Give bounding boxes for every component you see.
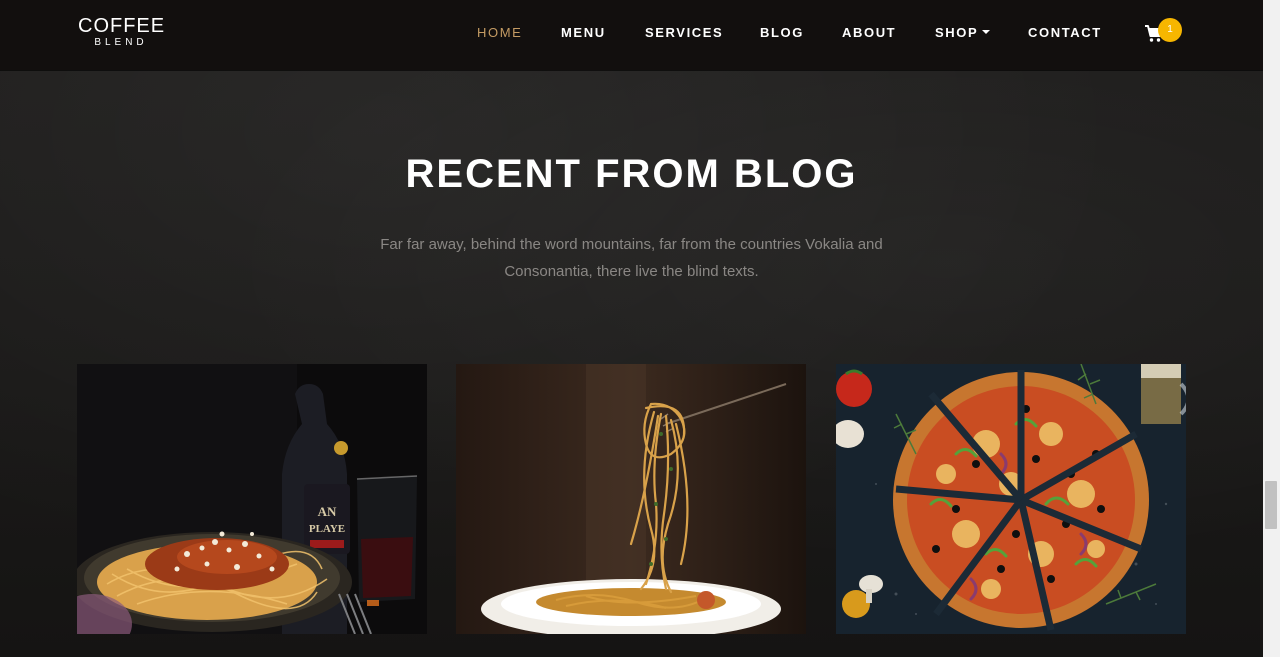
nav-item-services[interactable]: SERVICES [645, 25, 723, 40]
sliced-pizza-photo [836, 364, 1186, 634]
spaghetti-bolognese-photo: AN PLAYE [77, 364, 427, 634]
nav-item-menu[interactable]: MENU [561, 25, 606, 40]
section-title: RECENT FROM BLOG [405, 152, 858, 196]
brand-line1: COFFEE [78, 15, 166, 37]
nav-item-shop-label: SHOP [935, 25, 979, 40]
section-intro-line2: Consonantia, there live the blind texts. [504, 263, 759, 280]
section-intro-line1: Far far away, behind the word mountains,… [380, 236, 883, 253]
pasta-on-fork-photo [456, 364, 806, 634]
svg-text:AN: AN [318, 504, 337, 519]
cart-count-badge[interactable]: 1 [1158, 18, 1182, 42]
nav-item-blog[interactable]: BLOG [760, 25, 804, 40]
svg-text:PLAYE: PLAYE [309, 523, 345, 535]
scrollbar-thumb[interactable] [1265, 481, 1277, 529]
nav-item-shop[interactable]: SHOP [935, 25, 991, 40]
section-intro: Far far away, behind the word mountains,… [340, 231, 923, 285]
nav-item-about[interactable]: ABOUT [842, 25, 896, 40]
brand-line2: BLEND [94, 37, 148, 48]
nav-item-contact[interactable]: CONTACT [1028, 25, 1102, 40]
nav-item-home[interactable]: HOME [477, 25, 522, 40]
blog-card-image-1[interactable]: AN PLAYE [77, 364, 427, 634]
page-scrollbar[interactable] [1263, 0, 1280, 657]
navbar: COFFEE BLEND HOME MENU SERVICES BLOG ABO… [0, 0, 1263, 70]
blog-card-image-2[interactable] [456, 364, 806, 634]
brand-logo[interactable]: COFFEE BLEND [78, 15, 164, 49]
caret-down-icon [982, 30, 991, 34]
blog-card-image-3[interactable] [836, 364, 1186, 634]
